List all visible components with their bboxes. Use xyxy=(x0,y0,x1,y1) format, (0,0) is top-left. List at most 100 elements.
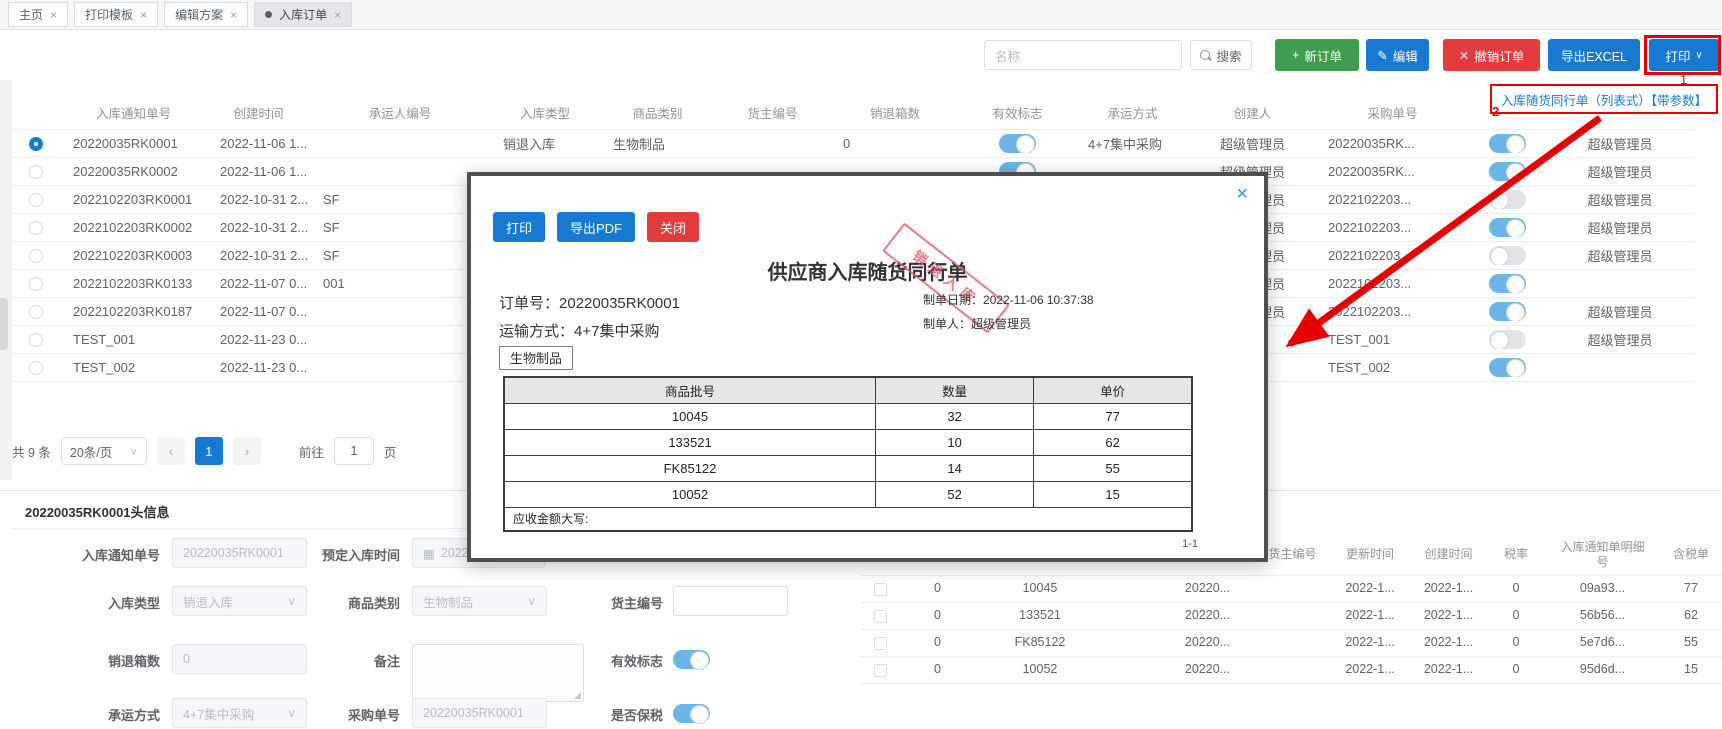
cell: 0 xyxy=(934,635,941,650)
col-header-carrier-no: 承运人编号 xyxy=(368,106,432,121)
tab-home[interactable]: 主页 × xyxy=(8,2,69,27)
annotation-box-print-option: 入库随货同行单（列表式）【带参数】 xyxy=(1490,84,1718,114)
transport-label: 运输方式： xyxy=(499,323,575,340)
close-icon[interactable]: × xyxy=(1236,184,1248,204)
cell-tax-rate: 0 xyxy=(1512,662,1520,677)
search-button[interactable]: 搜索 xyxy=(1190,40,1252,70)
cell-tax-rate: 0 xyxy=(1512,581,1520,596)
row-toggle[interactable] xyxy=(1489,302,1526,321)
tab-print-template[interactable]: 打印模板 × xyxy=(74,2,159,27)
cell-purchase-no: 2022102203... xyxy=(1328,304,1412,319)
prev-page-button[interactable]: ‹ xyxy=(156,437,185,465)
cell-quantity: 32 xyxy=(875,402,1035,430)
row-radio[interactable] xyxy=(29,304,43,319)
row-toggle[interactable] xyxy=(1489,190,1526,209)
valid-flag-form-toggle[interactable] xyxy=(673,650,710,670)
cell-carrier-no: SF xyxy=(323,220,340,235)
new-order-button[interactable]: + 新订单 xyxy=(1275,39,1359,71)
row-toggle[interactable] xyxy=(1489,358,1526,377)
row-checkbox[interactable] xyxy=(873,582,887,596)
row-toggle[interactable] xyxy=(1489,330,1526,349)
close-icon[interactable]: × xyxy=(230,8,237,22)
row-checkbox[interactable] xyxy=(873,636,887,650)
modal-print-button[interactable]: 打印 xyxy=(493,212,546,242)
tab-label: 主页 xyxy=(19,8,44,22)
row-toggle[interactable] xyxy=(1489,134,1526,153)
cell-update-time: 2022-1... xyxy=(1345,581,1395,596)
valid-flag-label: 有效标志 xyxy=(610,654,663,669)
cell-quantity: 10 xyxy=(875,428,1035,456)
export-excel-button[interactable]: 导出EXCEL xyxy=(1548,39,1640,71)
cell-updater: 超级管理员 xyxy=(1587,221,1653,236)
active-dot-icon xyxy=(265,11,273,18)
close-icon[interactable]: × xyxy=(50,8,57,22)
page-size-select[interactable]: 20条/页 ∨ xyxy=(60,437,147,465)
col-header-quantity: 数量 xyxy=(875,376,1035,404)
pagination: 共 9 条 20条/页 ∨ ‹ 1 › 前往 页 xyxy=(12,437,396,465)
cell-notify-no: TEST_001 xyxy=(73,332,136,347)
modal-title: 供应商入库随货同行单 xyxy=(767,262,968,284)
detail-row[interactable]: 0 133521 20220... 2022-1... 2022-1... 0 … xyxy=(860,603,1722,630)
row-radio[interactable] xyxy=(29,332,43,347)
sidebar-collapse-handle[interactable] xyxy=(0,298,8,350)
tab-inbound-orders[interactable]: 入库订单 × xyxy=(254,2,353,27)
row-toggle[interactable] xyxy=(1489,246,1526,265)
close-icon[interactable]: × xyxy=(140,8,147,22)
cell-update-time: 2022-1... xyxy=(1345,635,1395,650)
tab-edit-scheme[interactable]: 编辑方案 × xyxy=(164,2,249,27)
row-radio[interactable] xyxy=(29,164,43,179)
edit-button[interactable]: ✎ 编辑 xyxy=(1366,39,1429,71)
print-option-link[interactable]: 入库随货同行单（列表式）【带参数】 xyxy=(1501,90,1707,109)
trash-icon: ✕ xyxy=(1458,48,1470,63)
left-gutter xyxy=(0,80,12,480)
cell-carrier-no: SF xyxy=(323,248,340,263)
row-radio[interactable] xyxy=(29,192,43,207)
print-dropdown-button[interactable]: 打印 ∨ xyxy=(1649,39,1719,71)
cell-notify-no: 2022102203RK0187 xyxy=(73,304,193,319)
search-placeholder: 名称 xyxy=(995,49,1021,64)
row-radio[interactable] xyxy=(29,276,43,291)
row-radio[interactable] xyxy=(29,220,43,235)
cell-notify-no: 20220035RK0001 xyxy=(73,136,178,151)
search-input[interactable]: 名称 xyxy=(984,40,1182,70)
next-page-button[interactable]: › xyxy=(232,437,261,465)
goto-label: 前往 xyxy=(298,445,324,460)
row-checkbox[interactable] xyxy=(873,609,887,623)
cell-batch-no: 10045 xyxy=(503,402,877,430)
notify-no-label: 入库通知单号 xyxy=(81,548,160,563)
delivery-items-table: 商品批号 数量 单价 10045 32 77 133521 10 62 FK85… xyxy=(503,376,1193,532)
detail-row[interactable]: 0 10052 20220... 2022-1... 2022-1... 0 9… xyxy=(860,657,1722,684)
delivery-item-row: 133521 10 62 xyxy=(503,428,1193,456)
cell-create-time: 2022-11-07 0... xyxy=(220,276,308,291)
cell-updater: 超级管理员 xyxy=(1587,137,1653,152)
cell-notify-no: 2022102203RK0002 xyxy=(73,220,193,235)
cell-unit-price: 62 xyxy=(1033,428,1193,456)
row-radio[interactable] xyxy=(29,136,43,151)
goto-page-input[interactable] xyxy=(333,437,374,465)
row-radio[interactable] xyxy=(29,248,43,263)
detail-row[interactable]: 0 FK85122 20220... 2022-1... 2022-1... 0… xyxy=(860,630,1722,657)
tab-label: 入库订单 xyxy=(279,8,328,22)
modal-close-button[interactable]: 关闭 xyxy=(647,212,700,242)
detail-row[interactable]: 0 10045 20220... 2022-1... 2022-1... 0 0… xyxy=(860,576,1722,603)
cell-in-type: 销退入库 xyxy=(503,137,556,152)
close-icon[interactable]: × xyxy=(334,8,341,22)
modal-export-pdf-button[interactable]: 导出PDF xyxy=(557,212,636,242)
row-radio[interactable] xyxy=(29,360,43,375)
cell-purchase-no: TEST_002 xyxy=(1328,360,1391,375)
cancel-order-button[interactable]: ✕ 撤销订单 xyxy=(1443,39,1540,71)
cell-tax-rate: 0 xyxy=(1512,608,1520,623)
row-toggle[interactable] xyxy=(1489,218,1526,237)
cell-batch-no: 10045 xyxy=(1022,581,1058,596)
col-header-create-time: 创建时间 xyxy=(233,106,284,121)
row-checkbox[interactable] xyxy=(873,663,887,677)
valid-flag-toggle[interactable] xyxy=(999,134,1036,153)
bonded-toggle[interactable] xyxy=(673,704,710,724)
owner-no-input[interactable] xyxy=(673,586,788,616)
category-label: 商品类别 xyxy=(347,596,400,611)
cell-batch-no: FK85122 xyxy=(1014,635,1066,650)
row-toggle[interactable] xyxy=(1489,274,1526,293)
order-row[interactable]: 20220035RK0001 2022-11-06 1... 销退入库 生物制品… xyxy=(12,130,1695,158)
row-toggle[interactable] xyxy=(1489,162,1526,181)
current-page[interactable]: 1 xyxy=(194,437,223,465)
